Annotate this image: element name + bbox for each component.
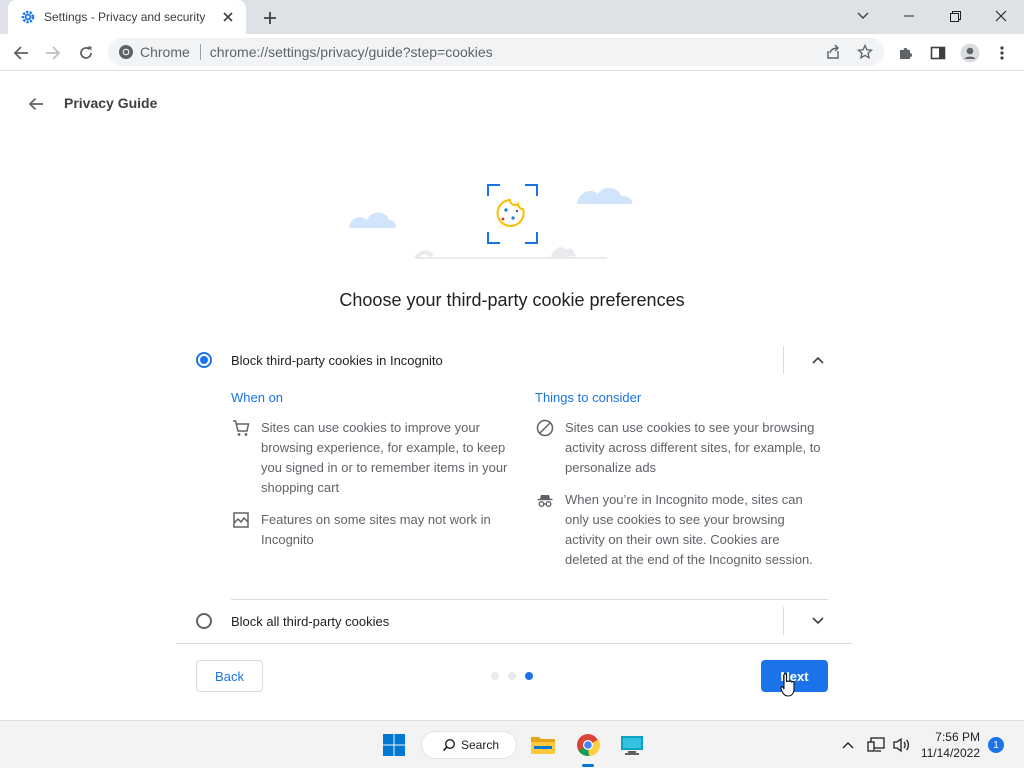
side-panel-icon [930, 46, 946, 60]
list-item: Sites can use cookies to improve your br… [231, 418, 515, 498]
close-icon [995, 10, 1007, 22]
chrome-taskbar-button[interactable] [572, 729, 604, 767]
network-icon [867, 737, 885, 752]
minimize-button[interactable] [886, 0, 932, 32]
volume-button[interactable] [889, 729, 915, 761]
chevron-up-icon [842, 742, 854, 749]
item-text: Sites can use cookies to improve your br… [261, 420, 508, 495]
share-icon[interactable] [824, 43, 842, 61]
avatar-icon [960, 43, 980, 63]
hand-cursor-icon [780, 673, 795, 697]
things-to-consider-heading: Things to consider [535, 390, 642, 405]
footer-divider [176, 643, 852, 644]
forward-button[interactable] [40, 40, 66, 66]
back-button[interactable]: Back [196, 660, 263, 692]
puzzle-icon [900, 48, 912, 59]
restore-icon [949, 10, 961, 22]
network-button[interactable] [863, 729, 889, 761]
item-text: Features on some sites may not work in I… [261, 512, 491, 547]
list-item: Features on some sites may not work in I… [231, 510, 515, 550]
windows-logo-icon [383, 734, 405, 756]
browser-toolbar: Chrome chrome://settings/privacy/guide?s… [0, 34, 1024, 71]
url-text[interactable]: chrome://settings/privacy/guide?step=coo… [210, 44, 493, 60]
cart-icon [231, 418, 251, 438]
reload-icon [80, 46, 92, 59]
star-icon[interactable] [856, 43, 874, 61]
gear-icon [21, 10, 35, 24]
folder-icon [531, 737, 555, 754]
search-label: Search [461, 738, 500, 752]
option-block-all[interactable]: Block all third-party cookies [176, 599, 852, 643]
plus-icon [264, 12, 276, 24]
taskbar: Search 7:56 PM 11/14/2022 1 [0, 720, 1024, 768]
step-heading: Choose your third-party cookie preferenc… [339, 290, 685, 310]
broken-image-icon [231, 510, 251, 530]
page-title: Privacy Guide [64, 95, 158, 111]
when-on-heading: When on [231, 390, 284, 405]
kebab-menu-icon [1000, 46, 1004, 60]
close-tab-icon[interactable] [220, 9, 236, 25]
monitor-icon [621, 736, 643, 755]
list-item: When you’re in Incognito mode, sites can… [535, 490, 825, 570]
option-block-incognito[interactable]: Block third-party cookies in Incognito [176, 338, 852, 382]
cookie-illustration [349, 184, 633, 260]
new-tab-button[interactable] [260, 8, 280, 28]
search-icon [442, 738, 456, 752]
arrow-right-icon [46, 46, 61, 60]
side-panel-button[interactable] [925, 40, 951, 66]
item-text: When you’re in Incognito mode, sites can… [565, 492, 813, 567]
list-item: Sites can use cookies to see your browsi… [535, 418, 825, 478]
step-indicator [491, 672, 533, 680]
option-label: Block all third-party cookies [231, 613, 390, 629]
back-arrow-icon[interactable] [26, 94, 46, 114]
back-button[interactable] [8, 40, 34, 66]
incognito-icon [535, 490, 555, 510]
option-label: Block third-party cookies in Incognito [231, 352, 443, 368]
clock-date: 11/14/2022 [920, 746, 980, 760]
radio-block-all[interactable] [196, 613, 212, 629]
step-dot [508, 672, 516, 680]
reload-button[interactable] [73, 40, 99, 66]
chrome-logo-icon [119, 45, 133, 59]
radio-block-incognito[interactable] [196, 352, 212, 368]
tab-title: Settings - Privacy and security [44, 10, 206, 24]
arrow-left-icon [13, 46, 28, 60]
speaker-icon [893, 737, 910, 753]
restore-button[interactable] [932, 0, 978, 32]
settings-page: Privacy Guide Choose your third-party co… [0, 72, 1024, 720]
step-dot [491, 672, 499, 680]
expand-button[interactable] [784, 599, 852, 643]
active-app-indicator [582, 764, 594, 767]
collapse-button[interactable] [784, 338, 852, 382]
chevron-down-icon [857, 12, 869, 19]
address-bar[interactable]: Chrome chrome://settings/privacy/guide?s… [108, 38, 884, 66]
file-explorer-button[interactable] [527, 729, 559, 761]
tab-search-button[interactable] [840, 0, 886, 32]
chevron-up-icon [812, 356, 824, 364]
start-button[interactable] [378, 729, 410, 761]
remote-desktop-button[interactable] [616, 729, 648, 761]
clock-time: 7:56 PM [935, 730, 980, 744]
tray-overflow-button[interactable] [833, 729, 863, 761]
minimize-icon [904, 15, 914, 17]
site-label: Chrome [140, 44, 190, 60]
notification-badge[interactable]: 1 [988, 737, 1004, 753]
profile-button[interactable] [957, 40, 983, 66]
menu-button[interactable] [989, 40, 1015, 66]
block-icon [535, 418, 555, 438]
taskbar-search[interactable]: Search [421, 731, 517, 759]
omnibox-separator [199, 44, 201, 60]
extensions-button[interactable] [893, 40, 919, 66]
chevron-down-icon [812, 617, 824, 625]
tab-settings[interactable]: Settings - Privacy and security [8, 0, 246, 34]
item-text: Sites can use cookies to see your browsi… [565, 420, 821, 475]
tab-strip: Settings - Privacy and security [0, 0, 1024, 34]
close-window-button[interactable] [978, 0, 1024, 32]
step-dot [525, 672, 533, 680]
chrome-icon [577, 734, 600, 757]
clock[interactable]: 7:56 PM 11/14/2022 [921, 729, 980, 761]
